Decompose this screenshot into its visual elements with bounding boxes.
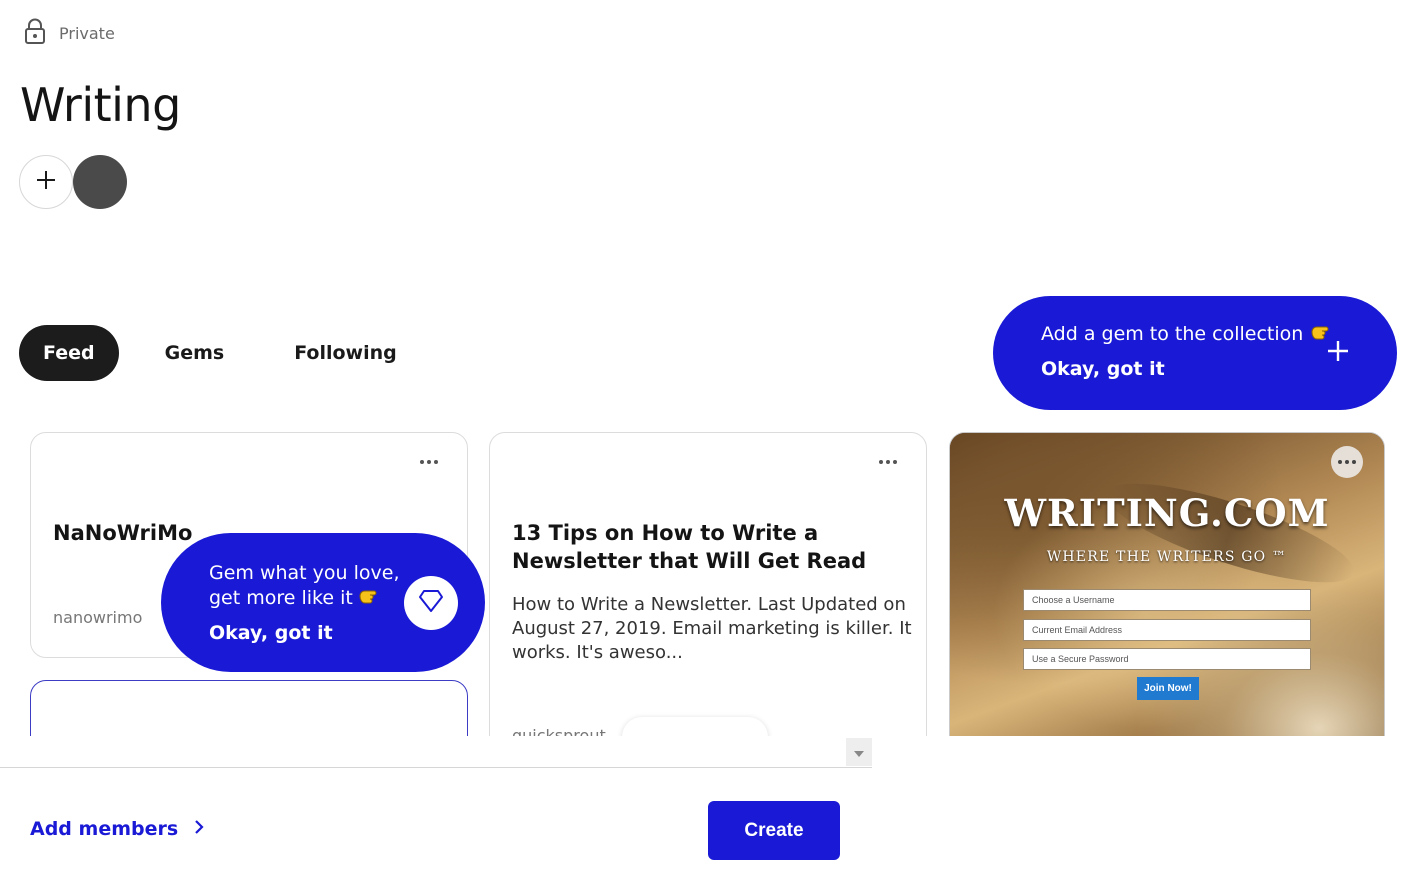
thumbnail-password-field: Use a Secure Password	[1023, 648, 1311, 670]
add-gem-plus-icon[interactable]	[1327, 340, 1349, 366]
more-icon[interactable]	[879, 460, 897, 464]
gem-button[interactable]	[404, 576, 458, 630]
add-members-link[interactable]: Add members	[30, 818, 204, 840]
card-description: How to Write a Newsletter. Last Updated …	[512, 594, 912, 663]
gem-tooltip-dismiss[interactable]: Okay, got it	[209, 622, 333, 644]
more-icon[interactable]	[1331, 446, 1363, 478]
thumbnail-username-field: Choose a Username	[1023, 589, 1311, 611]
tab-feed[interactable]: Feed	[19, 325, 119, 381]
card-thumbnail: WRITING.COM WHERE THE WRITERS GO ™ Choos…	[950, 433, 1384, 761]
create-button[interactable]: Create	[708, 801, 840, 860]
thumbnail-tagline: WHERE THE WRITERS GO ™	[1046, 549, 1288, 565]
pointing-hand-icon	[359, 587, 381, 609]
lock-icon	[24, 18, 46, 48]
add-gem-tooltip: Add a gem to the collection Okay, got it	[993, 296, 1397, 410]
card-title: NaNoWriMo	[53, 521, 193, 545]
card-source: nanowrimo	[53, 608, 143, 627]
avatar[interactable]	[73, 155, 127, 209]
privacy-indicator: Private	[24, 18, 115, 48]
collection-title: Writing	[20, 78, 181, 132]
privacy-label: Private	[59, 23, 115, 43]
gem-icon	[418, 588, 444, 618]
add-collaborator-button[interactable]	[19, 155, 73, 209]
thumbnail-site-title: WRITING.COM	[1004, 491, 1330, 535]
add-gem-tooltip-dismiss[interactable]: Okay, got it	[1041, 358, 1165, 380]
thumbnail-join-button: Join Now!	[1137, 677, 1199, 700]
gem-card[interactable]: 13 Tips on How to Write a Newsletter tha…	[489, 432, 927, 762]
gem-tooltip: Gem what you love, get more like it Okay…	[161, 533, 485, 672]
tab-following[interactable]: Following	[270, 325, 421, 381]
add-members-label: Add members	[30, 818, 179, 840]
collection-tabs: Feed Gems Following	[19, 325, 421, 381]
gem-card[interactable]: WRITING.COM WHERE THE WRITERS GO ™ Choos…	[949, 432, 1385, 762]
footer-divider	[0, 767, 872, 768]
more-icon[interactable]	[420, 460, 438, 464]
plus-icon	[36, 170, 56, 194]
card-title: 13 Tips on How to Write a Newsletter tha…	[512, 521, 867, 573]
add-gem-tooltip-text: Add a gem to the collection	[1041, 323, 1304, 345]
scroll-dropdown[interactable]	[846, 738, 872, 766]
chevron-down-icon	[853, 743, 865, 762]
tab-gems[interactable]: Gems	[141, 325, 249, 381]
thumbnail-email-field: Current Email Address	[1023, 619, 1311, 641]
chevron-right-icon	[194, 818, 204, 840]
